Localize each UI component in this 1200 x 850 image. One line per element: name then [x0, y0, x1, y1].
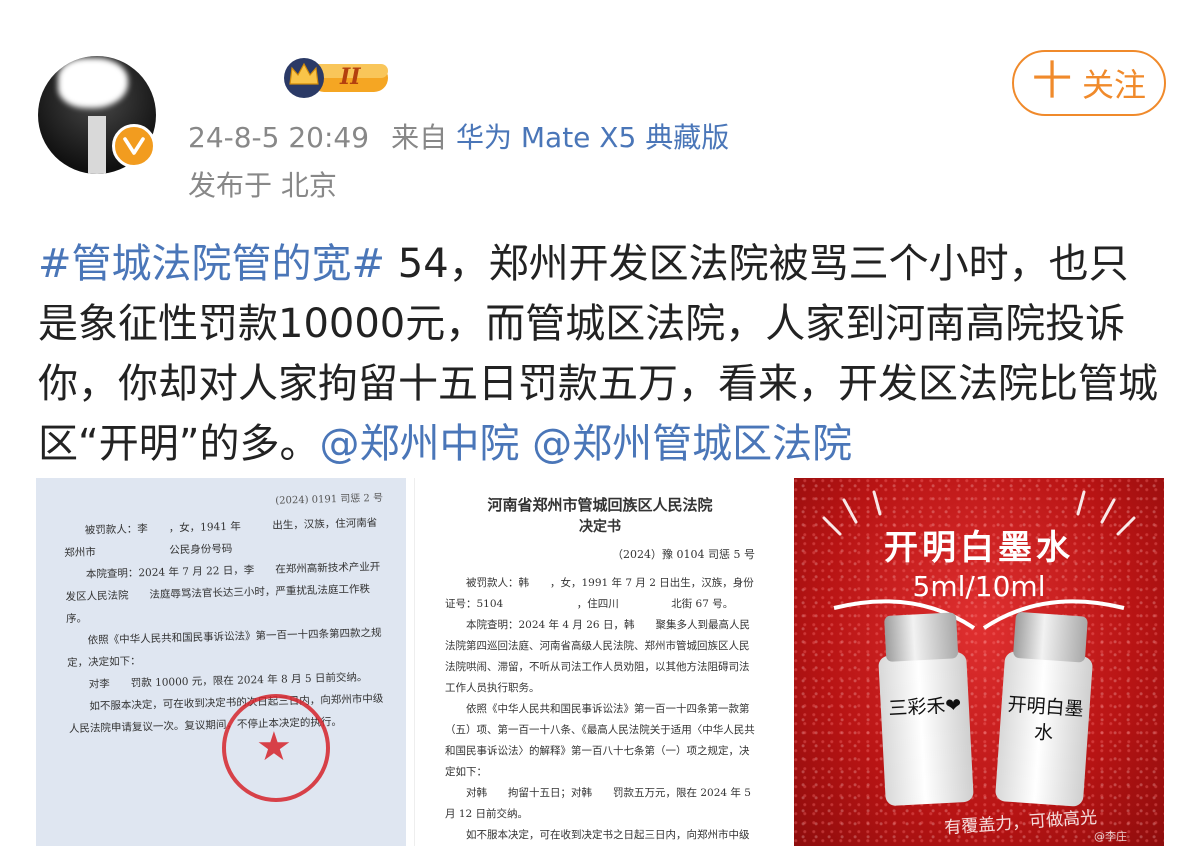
- bottle-cap: [1012, 611, 1088, 663]
- doc2-paragraph: 依照《中华人民共和国民事诉讼法》第一百一十四条第一款第（五）项、第一百一十八条、…: [445, 703, 755, 778]
- post-source-prefix: 来自: [391, 121, 448, 154]
- mention-link-zhengzhou-intermediate-court[interactable]: @郑州中院: [319, 421, 519, 467]
- ink-ad-title: 开明白墨水: [884, 528, 1074, 568]
- post-device-link[interactable]: 华为 Mate X5 典藏版: [456, 121, 729, 154]
- post-image-1[interactable]: (2024) 0191 司惩 2 号 被罚款人：李 ，女，1941 年 出生，汉…: [36, 478, 406, 846]
- verified-badge-icon: [112, 124, 156, 168]
- doc2-paragraph: 被罚款人：韩 ，女，1991 年 7 月 2 日出生，汉族，身份证号：5104 …: [445, 577, 754, 610]
- member-level-text: II: [340, 64, 361, 90]
- post-body: #管城法院管的宽# 54，郑州开发区法院被骂三个小时，也只是象征性罚款10000…: [38, 234, 1168, 474]
- post-location: 发布于 北京: [188, 169, 337, 202]
- mention-link-guancheng-court[interactable]: @郑州管城区法院: [532, 421, 852, 467]
- bottle-label: 三彩禾❤: [887, 694, 962, 720]
- doc2-subtitle: 决定书: [579, 519, 621, 535]
- follow-button-label: 关注: [1081, 66, 1146, 104]
- post-image-3[interactable]: 开明白墨水 5ml/10ml 三彩禾❤ 开明白墨水 有覆盖力，可做高光 @李庄: [794, 478, 1164, 846]
- doc1-paragraph: 本院查明：2024 年 7 月 22 日，李 在郑州高新技术产业开发区人民法院 …: [65, 560, 381, 626]
- doc2-paragraph: 如不服本决定，可在收到决定书之日起三日内，向郑州市中级人民法院申请复议一次。复议…: [466, 829, 750, 841]
- bottle-label: 开明白墨水: [1006, 693, 1085, 745]
- image-watermark: @李庄: [1094, 830, 1127, 843]
- avatar-shirt: [88, 116, 106, 174]
- doc2-paragraph: 对韩 拘留十五日；对韩 罚款五万元，限在 2024 年 5 月 12 日前交纳。: [445, 787, 751, 820]
- doc2-court-title: 河南省郑州市管城回族区人民法院: [487, 496, 713, 514]
- post-timestamp: 24-8-5 20:49: [188, 121, 370, 154]
- ink-ad-size: 5ml/10ml: [912, 570, 1046, 603]
- ink-bottle: 三彩禾❤: [878, 612, 974, 807]
- court-seal-icon: ★: [222, 694, 330, 802]
- follow-plus-icon: 十: [1031, 58, 1072, 104]
- fine-decision-document: (2024) 0191 司惩 2 号 被罚款人：李 ，女，1941 年 出生，汉…: [63, 488, 389, 740]
- post-image-2[interactable]: 河南省郑州市管城回族区人民法院 决定书 （2024）豫 0104 司惩 5 号 …: [414, 478, 785, 846]
- follow-button[interactable]: 十 关注: [1012, 50, 1166, 116]
- ink-bottle: 开明白墨水: [994, 611, 1094, 807]
- doc2-number: （2024）豫 0104 司惩 5 号: [612, 548, 755, 561]
- hashtag-link[interactable]: #管城法院管的宽#: [38, 241, 385, 287]
- avatar-blur: [58, 58, 128, 108]
- doc2-paragraph: 本院查明：2024 年 4 月 26 日，韩 聚集多人到最高人民法院第四巡回法庭…: [445, 619, 750, 694]
- post-meta: 24-8-5 20:49 来自 华为 Mate X5 典藏版: [188, 116, 729, 156]
- detention-decision-document: 河南省郑州市管城回族区人民法院 决定书 （2024）豫 0104 司惩 5 号 …: [445, 494, 755, 846]
- member-level-badge[interactable]: II: [280, 52, 392, 100]
- bottle-cap: [884, 612, 959, 662]
